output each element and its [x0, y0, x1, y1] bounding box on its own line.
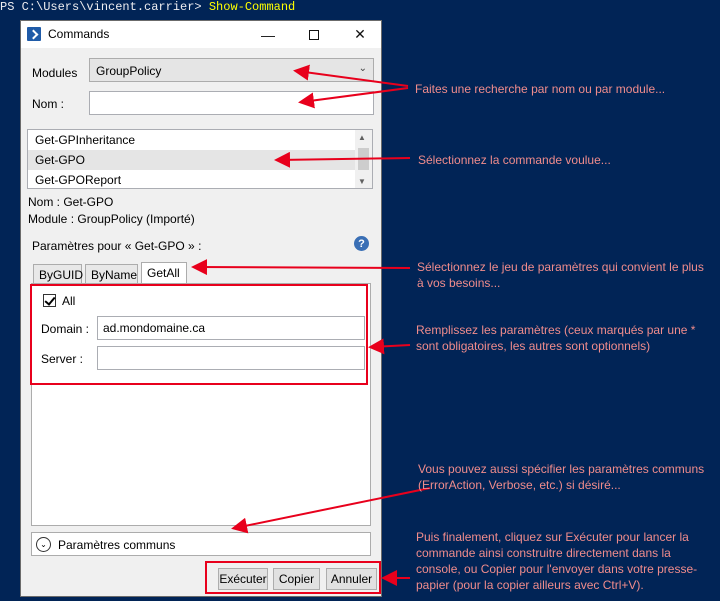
- minimize-icon[interactable]: —: [245, 21, 291, 48]
- maximize-icon[interactable]: [291, 21, 337, 48]
- scroll-down-icon[interactable]: ▼: [358, 177, 366, 186]
- tab-byname[interactable]: ByName: [85, 264, 138, 284]
- modules-select-value: GroupPolicy: [96, 64, 162, 78]
- tab-byguid[interactable]: ByGUID: [33, 264, 83, 284]
- console-line: PS C:\Users\vincent.carrier> Show-Comman…: [0, 0, 295, 16]
- console-prompt: PS C:\Users\vincent.carrier>: [0, 0, 209, 14]
- name-label: Nom :: [32, 97, 65, 111]
- note-finally: Puis finalement, cliquez sur Exécuter po…: [416, 530, 698, 592]
- scroll-up-icon[interactable]: ▲: [358, 133, 366, 142]
- list-scrollbar[interactable]: ▲ ▼: [355, 130, 372, 188]
- params-highlight-box: [30, 284, 368, 385]
- note-fill-params: Remplissez les paramètres (ceux marqués …: [416, 323, 696, 353]
- note-param-set: Sélectionnez le jeu de paramètres qui co…: [417, 260, 704, 290]
- note-search: Faites une recherche par nom ou par modu…: [415, 82, 666, 96]
- name-input[interactable]: [89, 91, 374, 115]
- console-command: Show-Command: [208, 0, 296, 14]
- modules-label: Modules: [32, 66, 78, 80]
- command-list-item[interactable]: Get-GPInheritance: [28, 130, 372, 150]
- command-list[interactable]: Get-GPInheritance Get-GPO Get-GPOReport …: [27, 129, 373, 189]
- help-icon[interactable]: ?: [354, 236, 369, 251]
- info-module: Module : GroupPolicy (Importé): [28, 212, 195, 226]
- expand-icon[interactable]: ⌄: [36, 537, 51, 552]
- note-select-command: Sélectionnez la commande voulue...: [418, 153, 611, 167]
- modules-select[interactable]: GroupPolicy ⌄: [89, 58, 374, 82]
- window-title: Commands: [48, 27, 110, 41]
- params-heading: Paramètres pour « Get-GPO » :: [32, 239, 202, 253]
- tab-getall[interactable]: GetAll: [141, 262, 187, 284]
- command-list-item[interactable]: Get-GPOReport: [28, 170, 372, 188]
- chevron-down-icon: ⌄: [358, 63, 367, 74]
- scroll-thumb[interactable]: [358, 148, 369, 170]
- command-list-item-selected[interactable]: Get-GPO: [28, 150, 372, 170]
- common-params-expander[interactable]: ⌄ Paramètres communs: [31, 532, 371, 556]
- powershell-icon: [27, 27, 41, 41]
- common-params-label: Paramètres communs: [58, 538, 176, 552]
- buttons-highlight-box: [205, 561, 381, 594]
- close-icon[interactable]: ✕: [337, 21, 383, 48]
- title-bar: Commands — ✕: [21, 21, 381, 48]
- info-name: Nom : Get-GPO: [28, 195, 114, 209]
- note-common-params: Vous pouvez aussi spécifier les paramètr…: [418, 462, 705, 492]
